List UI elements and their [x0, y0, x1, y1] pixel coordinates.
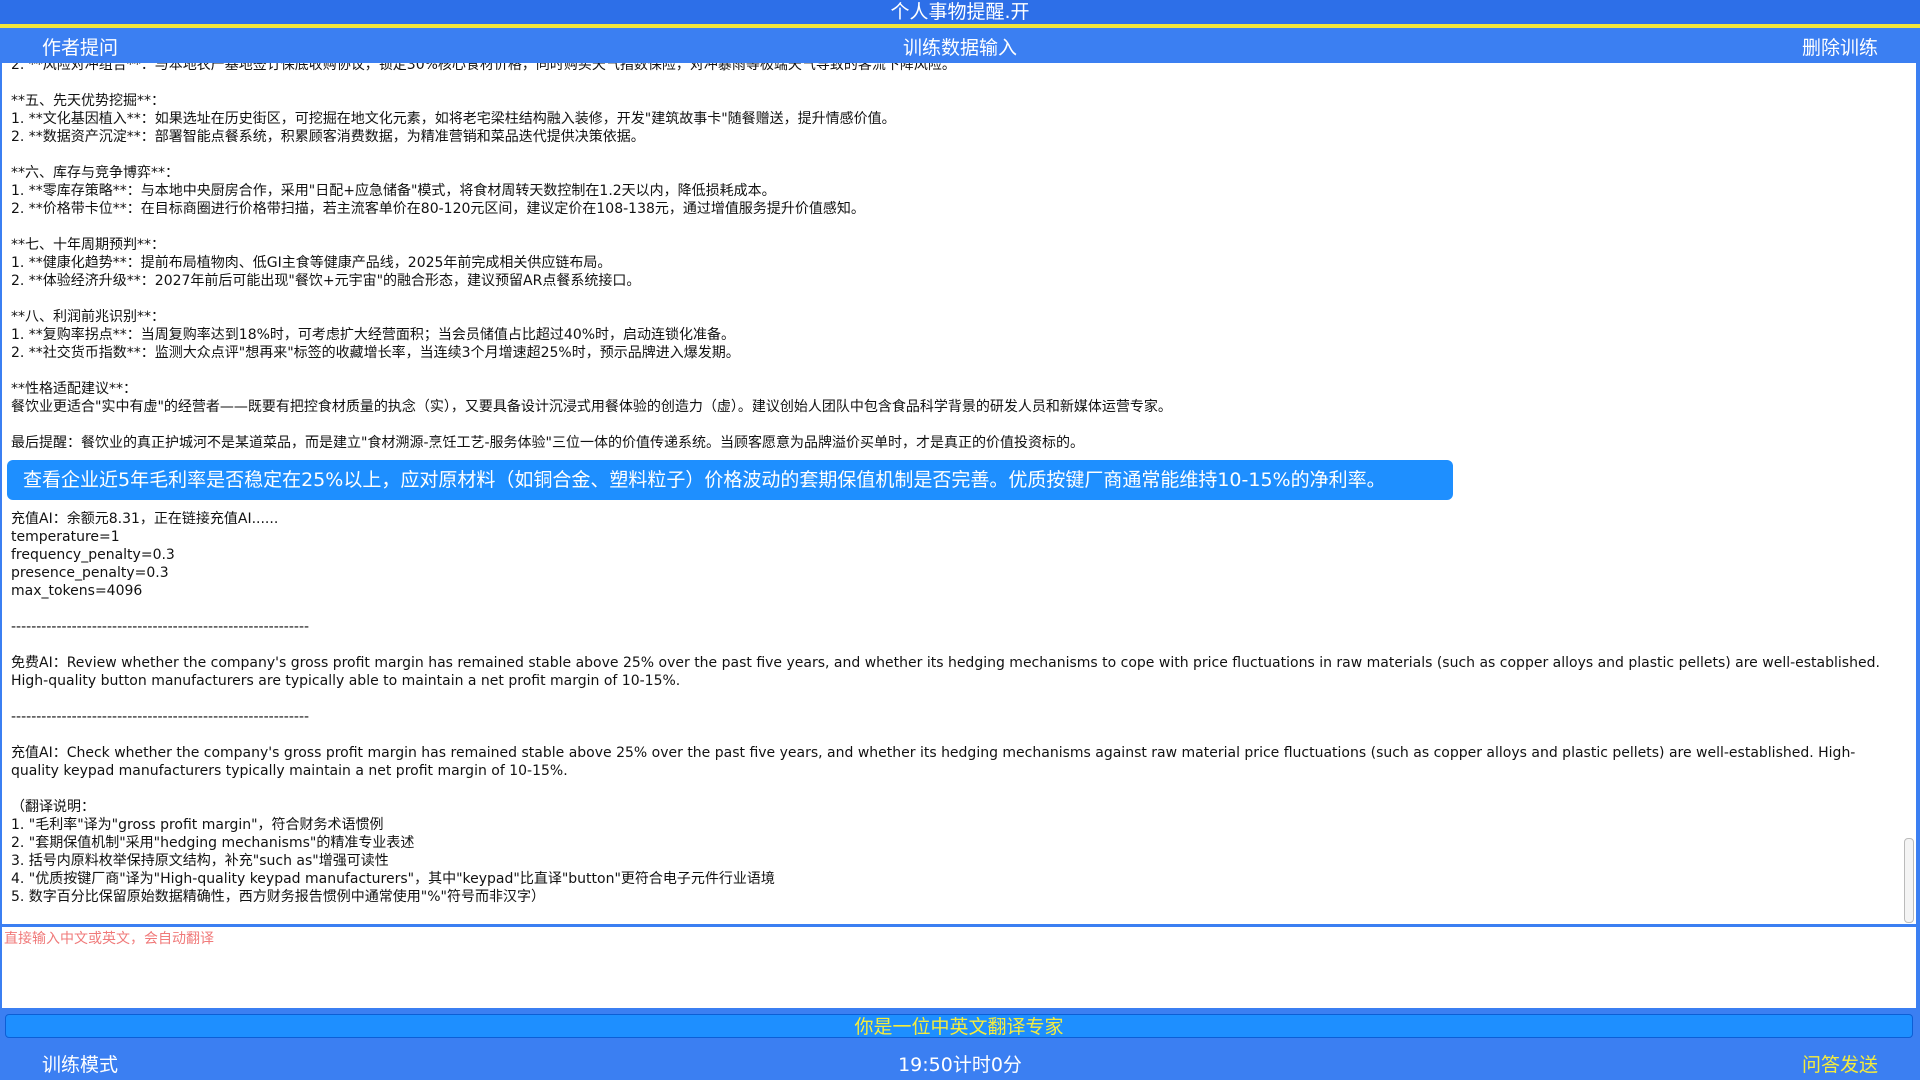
chat-line: ----------------------------------------… — [11, 619, 310, 635]
chat-history[interactable]: 2. **风险对冲组合**：与本地农产基地签订保底收购协议，锁定30%核心食材价… — [2, 63, 1916, 924]
chat-line: presence_penalty=0.3 — [11, 565, 169, 581]
chat-line: 1. **健康化趋势**：提前布局植物肉、低GI主食等健康产品线，2025年前完… — [11, 255, 612, 271]
chat-line: **性格适配建议**： — [11, 381, 137, 397]
window-title: 个人事物提醒.开 — [0, 0, 1920, 28]
chat-line — [11, 780, 1891, 798]
chat-line: 2. **体验经济升级**：2027年前后可能出现"餐饮+元宇宙"的融合形态，建… — [11, 273, 641, 289]
chat-line: 充值AI：Check whether the company's gross p… — [11, 745, 1856, 779]
chat-line: **七、十年周期预判**： — [11, 237, 165, 253]
message-input-area — [2, 927, 1916, 1008]
chat-line: 2. **风险对冲组合**：与本地农产基地签订保底收购协议，锁定30%核心食材价… — [11, 63, 956, 73]
chat-line: （翻译说明： — [11, 799, 95, 815]
chat-line: **八、利润前兆识别**： — [11, 309, 165, 325]
chat-line: 2. "套期保值机制"采用"hedging mechanisms"的精准专业表述 — [11, 835, 415, 851]
chat-line: 免费AI：Review whether the company's gross … — [11, 655, 1885, 689]
chat-line — [11, 416, 1891, 434]
chat-line: 1. "毛利率"译为"gross profit margin"，符合财务术语惯例 — [11, 817, 384, 833]
chat-line: 1. **文化基因植入**：如果选址在历史街区，可挖掘在地文化元素，如将老宅梁柱… — [11, 111, 896, 127]
chat-line: 2. **数据资产沉淀**：部署智能点餐系统，积累顾客消费数据，为精准营销和菜品… — [11, 129, 645, 145]
chat-line: frequency_penalty=0.3 — [11, 547, 175, 563]
system-prompt-bar[interactable]: 你是一位中英文翻译专家 — [5, 1014, 1913, 1038]
bottom-bar: 训练模式 19:50计时0分 问答发送 — [0, 1044, 1920, 1080]
chat-line — [11, 218, 1891, 236]
training-data-input-button[interactable]: 训练数据输入 — [0, 33, 1920, 60]
chat-line — [11, 74, 1891, 92]
chat-line — [11, 290, 1891, 308]
chat-line — [11, 726, 1891, 744]
top-nav: 作者提问 训练数据输入 删除训练 — [0, 28, 1920, 62]
chat-line: 充值AI：余额元8.31，正在链接充值AI...... — [11, 511, 279, 527]
chat-line — [11, 636, 1891, 654]
chat-line: ----------------------------------------… — [11, 709, 310, 725]
chat-line: 1. **零库存策略**：与本地中央厨房合作，采用"日配+应急储备"模式，将食材… — [11, 183, 776, 199]
chat-line: **五、先天优势挖掘**： — [11, 93, 165, 109]
chat-line: 餐饮业更适合"实中有虚"的经营者——既要有把控食材质量的执念（实），又要具备设计… — [11, 399, 1172, 415]
chat-line: max_tokens=4096 — [11, 583, 143, 599]
chat-line: temperature=1 — [11, 529, 120, 545]
chat-content: 2. **风险对冲组合**：与本地农产基地签订保底收购协议，锁定30%核心食材价… — [7, 63, 1891, 906]
chat-line: 2. **社交货币指数**：监测大众点评"想再来"标签的收藏增长率，当连续3个月… — [11, 345, 740, 361]
translation-response-block: 充值AI：余额元8.31，正在链接充值AI...... temperature=1… — [11, 510, 1891, 906]
send-button[interactable]: 问答发送 — [1802, 1050, 1878, 1077]
chat-line: 2. **价格带卡位**：在目标商圈进行价格带扫描，若主流客单价在80-120元… — [11, 201, 865, 217]
chat-line: 最后提醒：餐饮业的真正护城河不是某道菜品，而是建立"食材溯源-烹饪工艺-服务体验… — [11, 435, 1084, 451]
timer-display: 19:50计时0分 — [898, 1054, 1022, 1076]
chat-line: 5. 数字百分比保留原始数据精确性，西方财务报告惯例中通常使用"%"符号而非汉字… — [11, 889, 545, 905]
user-message-bubble: 查看企业近5年毛利率是否稳定在25%以上，应对原材料（如铜合金、塑料粒子）价格波… — [7, 460, 1453, 500]
ai-response-block: 2. **风险对冲组合**：与本地农产基地签订保底收购协议，锁定30%核心食材价… — [11, 63, 1891, 452]
app-window: 个人事物提醒.开 作者提问 训练数据输入 删除训练 2. **风险对冲组合**：… — [0, 0, 1920, 1080]
chat-line: 1. **复购率拐点**：当周复购率达到18%时，可考虑扩大经营面积；当会员储值… — [11, 327, 736, 343]
chat-line — [11, 600, 1891, 618]
chat-line: 4. "优质按键厂商"译为"High-quality keypad manufa… — [11, 871, 775, 887]
chat-line — [11, 146, 1891, 164]
chat-line — [11, 690, 1891, 708]
chat-line: **六、库存与竞争博弈**： — [11, 165, 179, 181]
chat-line: 3. 括号内原料枚举保持原文结构，补充"such as"增强可读性 — [11, 853, 389, 869]
chat-scrollbar[interactable] — [1904, 838, 1914, 923]
delete-training-button[interactable]: 删除训练 — [1802, 33, 1878, 60]
chat-line — [11, 362, 1891, 380]
message-input[interactable] — [2, 927, 1916, 1008]
